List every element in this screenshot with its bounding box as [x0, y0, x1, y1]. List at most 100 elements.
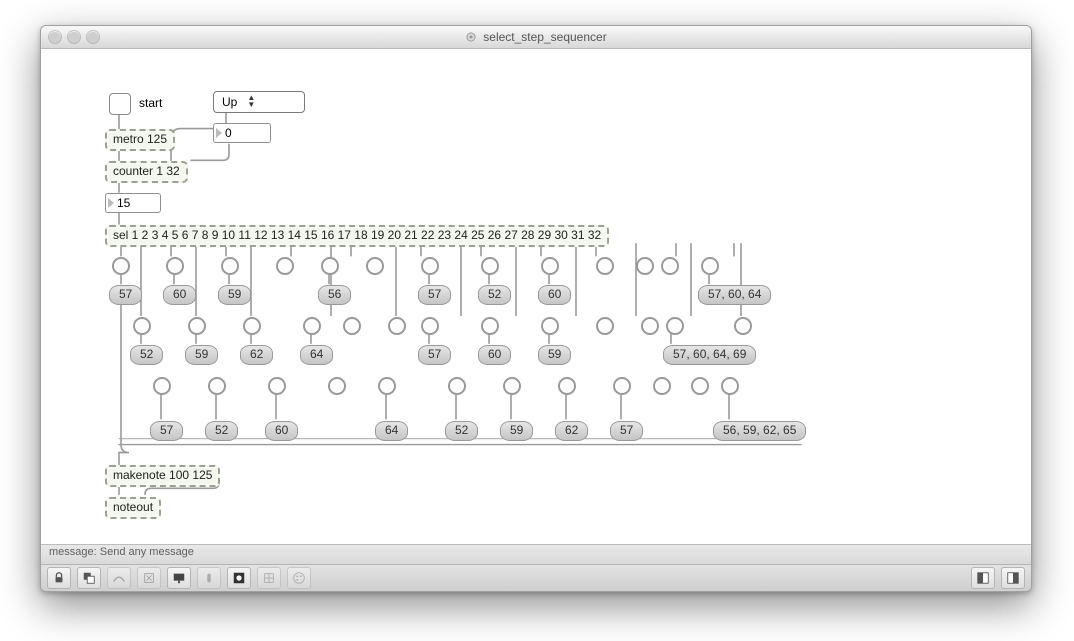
obj-makenote[interactable]: makenote 100 125: [105, 465, 220, 487]
msg-r3-6[interactable]: 59: [500, 421, 533, 441]
new-view-button[interactable]: [77, 567, 101, 589]
bang-5[interactable]: [221, 257, 239, 275]
toggle-start[interactable]: [109, 93, 131, 115]
bang-22[interactable]: [641, 317, 659, 335]
msg-r1-7[interactable]: 60: [538, 285, 571, 305]
bang-18[interactable]: [541, 317, 559, 335]
msg-r2-4[interactable]: 64: [300, 345, 333, 365]
bang-b3[interactable]: [268, 377, 286, 395]
bang-b1[interactable]: [153, 377, 171, 395]
bang-15[interactable]: [481, 257, 499, 275]
bang-b2[interactable]: [208, 377, 226, 395]
bang-b8[interactable]: [558, 377, 576, 395]
bang-b10[interactable]: [653, 377, 671, 395]
window-titlebar[interactable]: select_step_sequencer: [41, 26, 1031, 49]
msg-r3-7[interactable]: 62: [555, 421, 588, 441]
phase-number-value: 0: [225, 126, 232, 140]
pathway-button[interactable]: [107, 567, 131, 589]
msg-r2-2[interactable]: 59: [185, 345, 218, 365]
minimize-icon[interactable]: [68, 31, 80, 43]
inspector-button[interactable]: [197, 567, 221, 589]
phase-number[interactable]: 0: [213, 123, 271, 143]
bang-25[interactable]: [701, 257, 719, 275]
bang-2[interactable]: [133, 317, 151, 335]
window-title-text: select_step_sequencer: [483, 30, 606, 44]
msg-r2-6[interactable]: 60: [478, 345, 511, 365]
msg-r3-2[interactable]: 52: [205, 421, 238, 441]
bang-3[interactable]: [166, 257, 184, 275]
window-title: select_step_sequencer: [41, 30, 1031, 44]
msg-r1-5[interactable]: 57: [418, 285, 451, 305]
bang-b5[interactable]: [378, 377, 396, 395]
clear-button[interactable]: [137, 567, 161, 589]
msg-r1-2[interactable]: 60: [163, 285, 196, 305]
bang-4[interactable]: [188, 317, 206, 335]
bang-6[interactable]: [243, 317, 261, 335]
hint-text: message: Send any message: [49, 546, 194, 558]
obj-noteout[interactable]: noteout: [105, 497, 161, 519]
msg-r3-3[interactable]: 60: [265, 421, 298, 441]
bang-b7[interactable]: [503, 377, 521, 395]
direction-menu[interactable]: Up ▲▼: [213, 91, 305, 113]
bang-14[interactable]: [421, 317, 439, 335]
close-icon[interactable]: [49, 31, 61, 43]
bang-16[interactable]: [481, 317, 499, 335]
msg-r3-5[interactable]: 52: [445, 421, 478, 441]
msg-r2-8[interactable]: 57, 60, 64, 69: [663, 345, 756, 365]
zoom-icon[interactable]: [87, 31, 99, 43]
obj-metro[interactable]: metro 125: [105, 129, 175, 151]
bang-b12[interactable]: [721, 377, 739, 395]
patcher-window: select_step_sequencer: [40, 25, 1032, 592]
msg-r1-6[interactable]: 52: [478, 285, 511, 305]
bang-11[interactable]: [366, 257, 384, 275]
label-start: start: [139, 96, 162, 110]
bang-23[interactable]: [661, 257, 679, 275]
msg-r1-3[interactable]: 59: [218, 285, 251, 305]
bang-24[interactable]: [666, 317, 684, 335]
current-step-value: 15: [117, 196, 130, 210]
msg-r2-3[interactable]: 62: [240, 345, 273, 365]
bang-b11[interactable]: [691, 377, 709, 395]
msg-r3-4[interactable]: 64: [375, 421, 408, 441]
obj-counter[interactable]: counter 1 32: [105, 161, 188, 183]
stepper-icon: ▲▼: [247, 95, 255, 109]
obj-sel[interactable]: sel 1 2 3 4 5 6 7 8 9 10 11 12 13 14 15 …: [105, 225, 609, 247]
bang-b9[interactable]: [613, 377, 631, 395]
bang-21[interactable]: [636, 257, 654, 275]
bang-19[interactable]: [596, 257, 614, 275]
grid-button[interactable]: [257, 567, 281, 589]
msg-r1-4[interactable]: 56: [318, 285, 351, 305]
bang-10[interactable]: [343, 317, 361, 335]
bang-26[interactable]: [734, 317, 752, 335]
activity-button[interactable]: [227, 567, 251, 589]
current-step-number[interactable]: 15: [105, 193, 161, 213]
palette-button[interactable]: [287, 567, 311, 589]
msg-r2-1[interactable]: 52: [130, 345, 163, 365]
zoom-out-button[interactable]: [971, 567, 995, 589]
bang-8[interactable]: [303, 317, 321, 335]
msg-r3-8[interactable]: 57: [610, 421, 643, 441]
bang-b4[interactable]: [328, 377, 346, 395]
bang-1[interactable]: [112, 257, 130, 275]
window-controls: [49, 31, 99, 43]
zoom-in-button[interactable]: [1001, 567, 1025, 589]
numbox-triangle-icon: [108, 198, 114, 208]
direction-menu-value: Up: [222, 95, 237, 109]
hint-bar: message: Send any message: [41, 544, 1031, 564]
bang-17[interactable]: [541, 257, 559, 275]
patcher-canvas[interactable]: start Up ▲▼ 0 metro 125 co: [41, 49, 1031, 544]
msg-r2-7[interactable]: 59: [538, 345, 571, 365]
msg-r3-1[interactable]: 57: [150, 421, 183, 441]
bang-9[interactable]: [321, 257, 339, 275]
msg-r1-1[interactable]: 57: [109, 285, 142, 305]
bang-7[interactable]: [276, 257, 294, 275]
presentation-button[interactable]: [167, 567, 191, 589]
bang-20[interactable]: [596, 317, 614, 335]
msg-r3-9[interactable]: 56, 59, 62, 65: [713, 421, 806, 441]
lock-button[interactable]: [47, 567, 71, 589]
bang-b6[interactable]: [448, 377, 466, 395]
bang-13[interactable]: [421, 257, 439, 275]
bang-12[interactable]: [388, 317, 406, 335]
msg-r1-8[interactable]: 57, 60, 64: [698, 285, 771, 305]
msg-r2-5[interactable]: 57: [418, 345, 451, 365]
